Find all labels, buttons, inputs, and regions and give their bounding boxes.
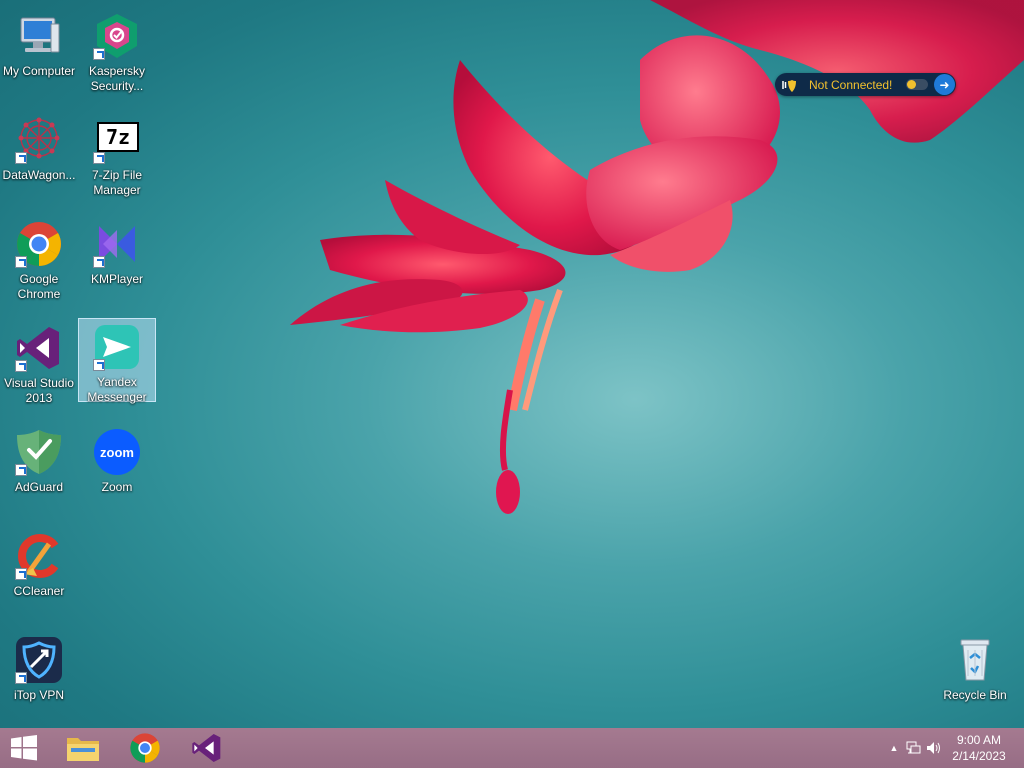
start-icon — [11, 735, 37, 761]
desktop-icon-7zip[interactable]: 7z 7-Zip File Manager — [78, 112, 156, 197]
clock-date: 2/14/2023 — [952, 749, 1006, 763]
chrome-icon — [130, 733, 160, 763]
desktop-icon-label: KMPlayer — [90, 272, 143, 286]
chrome-icon — [15, 220, 63, 268]
shortcut-arrow-icon — [93, 152, 105, 164]
desktop-icon-kaspersky[interactable]: Kaspersky Security... — [78, 8, 156, 93]
shortcut-arrow-icon — [15, 256, 27, 268]
vpn-status-widget[interactable]: Not Connected! ➜ — [775, 73, 956, 96]
ccleaner-icon — [15, 532, 63, 580]
desktop-icon-adguard[interactable]: AdGuard — [0, 424, 78, 508]
desktop-icon-label: 7-Zip File Manager — [91, 168, 142, 197]
desktop-icon-label: Google Chrome — [17, 272, 61, 301]
desktop-icon-label: iTop VPN — [13, 688, 65, 702]
my-computer-icon — [15, 12, 63, 60]
desktop-icon-label: Zoom — [101, 480, 133, 494]
itop-vpn-icon — [15, 636, 63, 684]
desktop-icon-label: AdGuard — [14, 480, 64, 494]
shortcut-arrow-icon — [15, 360, 27, 372]
desktop-icon-google-chrome[interactable]: Google Chrome — [0, 216, 78, 301]
shortcut-arrow-icon — [93, 359, 105, 371]
desktop-icon-yandex-messenger[interactable]: Yandex Messenger — [78, 318, 156, 404]
vpn-open-arrow-icon[interactable]: ➜ — [934, 74, 955, 95]
visual-studio-icon — [15, 324, 63, 372]
shortcut-arrow-icon — [93, 256, 105, 268]
desktop-icon-zoom[interactable]: zoom Zoom — [78, 424, 156, 508]
kmplayer-icon — [93, 220, 141, 268]
system-tray: ▲ 9:00 AM 2/14/2023 — [884, 728, 1024, 768]
zoom-logo-text: zoom — [100, 444, 134, 460]
kaspersky-icon — [93, 12, 141, 60]
shortcut-arrow-icon — [15, 464, 27, 476]
desktop-icon-label: My Computer — [2, 64, 76, 78]
clock-time: 9:00 AM — [956, 733, 1002, 747]
desktop-icon-datawagon[interactable]: DataWagon... — [0, 112, 78, 196]
vpn-connect-toggle[interactable] — [906, 79, 928, 90]
vpn-shield-icon — [778, 73, 800, 96]
7zip-icon: 7z — [93, 116, 141, 164]
desktop-icon-label: DataWagon... — [2, 168, 76, 182]
desktop-icon-ccleaner[interactable]: CCleaner — [0, 528, 78, 612]
desktop-icon-itop-vpn[interactable]: iTop VPN — [0, 632, 78, 716]
visual-studio-icon — [192, 734, 221, 762]
desktop-icon-label: Yandex Messenger — [87, 375, 147, 404]
taskbar: ▲ 9:00 AM 2/14/2023 — [0, 728, 1024, 768]
adguard-icon — [15, 428, 63, 476]
shortcut-arrow-icon — [15, 568, 27, 580]
start-button[interactable] — [0, 728, 48, 768]
7zip-logo-text: 7z — [105, 124, 131, 149]
shortcut-arrow-icon — [93, 48, 105, 60]
taskbar-file-explorer[interactable] — [52, 728, 114, 768]
network-icon[interactable] — [904, 728, 924, 768]
taskbar-chrome[interactable] — [114, 728, 176, 768]
desktop-icon-recycle-bin[interactable]: Recycle Bin — [936, 632, 1014, 716]
volume-icon[interactable] — [924, 728, 944, 768]
desktop-icon-kmplayer[interactable]: KMPlayer — [78, 216, 156, 300]
desktop-icon-label: Kaspersky Security... — [88, 64, 146, 93]
recycle-bin-icon — [951, 636, 999, 684]
desktop-icon-label: CCleaner — [13, 584, 65, 598]
taskbar-clock[interactable]: 9:00 AM 2/14/2023 — [944, 732, 1014, 764]
desktop-icon-visual-studio-2013[interactable]: Visual Studio 2013 — [0, 320, 78, 405]
yandex-messenger-icon — [93, 323, 141, 371]
show-hidden-icons-chevron-icon[interactable]: ▲ — [884, 728, 904, 768]
desktop-icon-label: Recycle Bin — [943, 688, 1007, 702]
taskbar-visual-studio[interactable] — [176, 728, 238, 768]
zoom-icon: zoom — [93, 428, 141, 476]
desktop-icon-my-computer[interactable]: My Computer — [0, 8, 78, 92]
shortcut-arrow-icon — [15, 672, 27, 684]
shortcut-arrow-icon — [15, 152, 27, 164]
vpn-status-text: Not Connected! — [809, 77, 893, 92]
datawagon-icon — [15, 116, 63, 164]
desktop-icon-label: Visual Studio 2013 — [4, 376, 74, 405]
file-explorer-icon — [67, 738, 99, 761]
